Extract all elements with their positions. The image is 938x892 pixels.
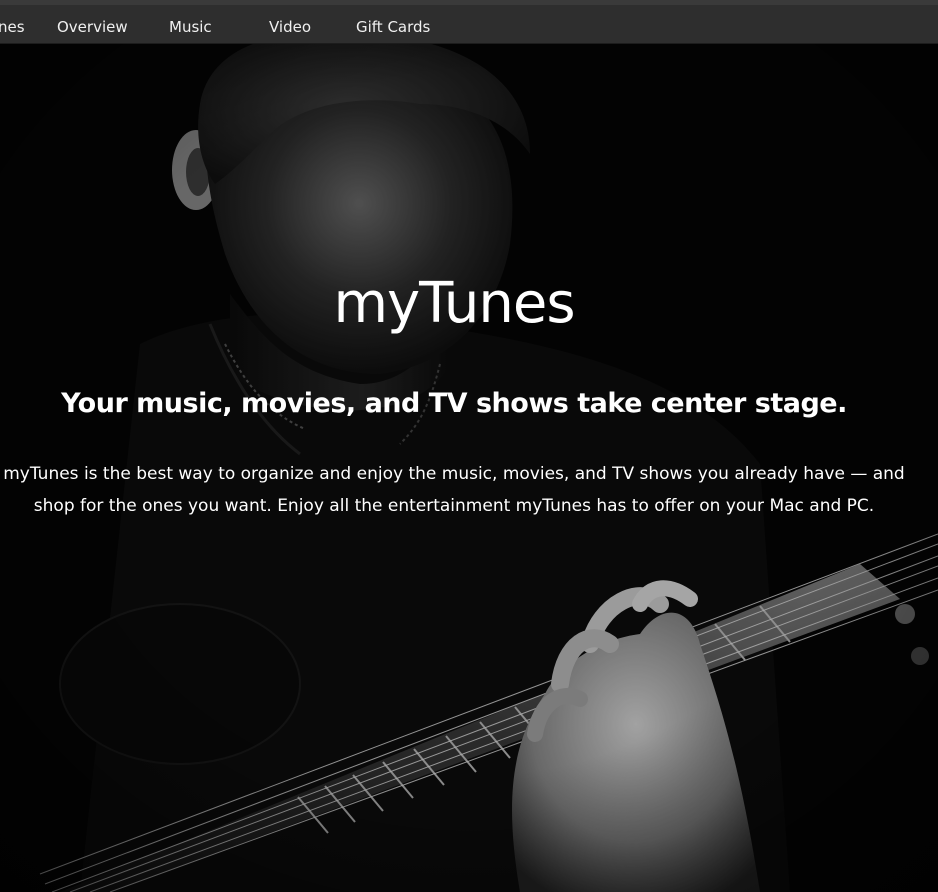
nav-item-video[interactable]: Video	[269, 18, 311, 36]
hero-section: myTunes Your music, movies, and TV shows…	[0, 44, 938, 892]
nav-item-partial[interactable]: nes	[0, 18, 25, 36]
hero-description: myTunes is the best way to organize and …	[3, 464, 905, 516]
nav-item-music[interactable]: Music	[169, 18, 212, 36]
nav-item-overview[interactable]: Overview	[57, 18, 128, 36]
hero-title: myTunes	[333, 271, 575, 336]
top-nav-bar: nes Overview Music Video Gift Cards	[0, 0, 938, 44]
hero-subtitle: Your music, movies, and TV shows take ce…	[61, 388, 847, 419]
nav-item-gift-cards[interactable]: Gift Cards	[356, 18, 430, 36]
